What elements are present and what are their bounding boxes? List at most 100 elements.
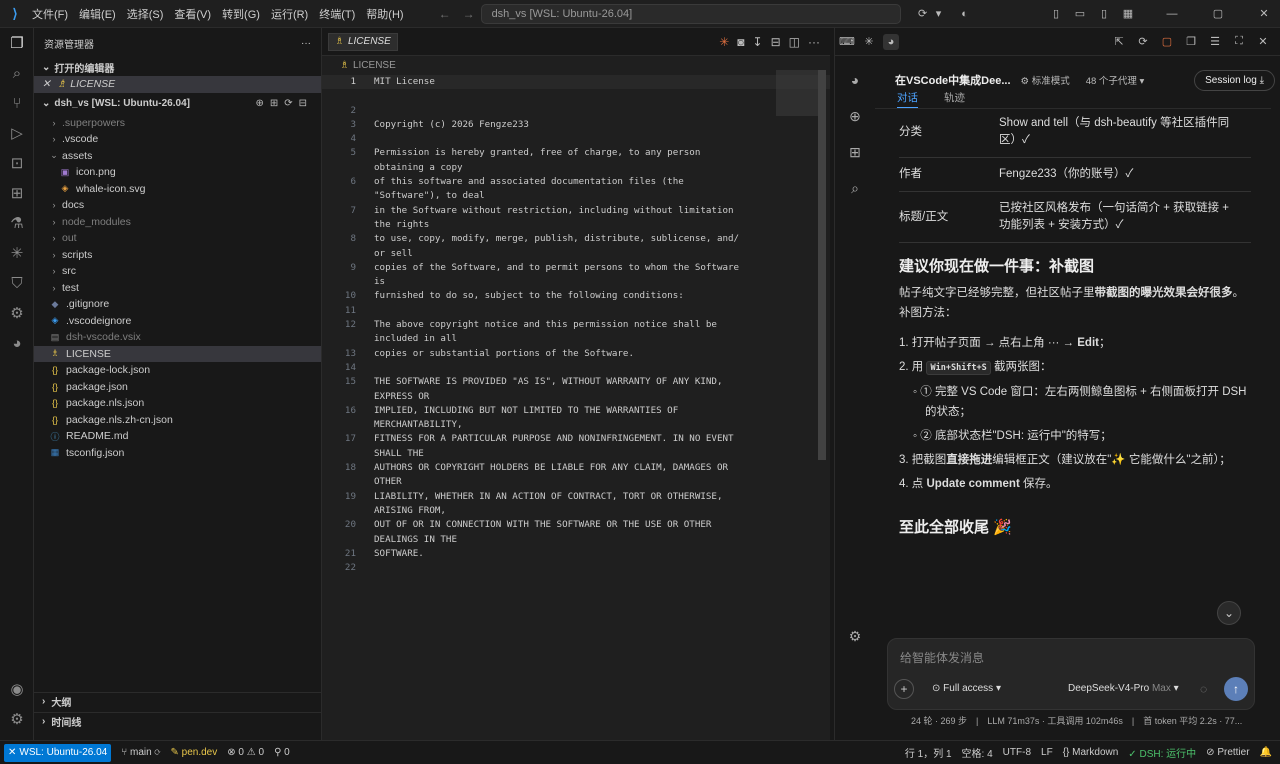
explorer-actions[interactable]: ⊕⊞⟳⊟: [255, 98, 313, 109]
file-tree-item[interactable]: › src: [34, 263, 321, 280]
stop-icon[interactable]: ▢: [1159, 34, 1175, 50]
whale-icon[interactable]: ◕: [0, 328, 34, 358]
prettier-status[interactable]: ⊘ Prettier: [1206, 747, 1249, 758]
code-line[interactable]: obtaining a copy: [322, 161, 830, 175]
code-line[interactable]: "Software"), to deal: [322, 189, 830, 203]
code-line[interactable]: or sell: [322, 247, 830, 261]
code-line[interactable]: ARISING FROM,: [322, 504, 830, 518]
indentation[interactable]: 空格: 4: [962, 745, 993, 760]
menu-item[interactable]: 终端(T): [319, 9, 355, 21]
settings-gear-icon[interactable]: ⚙: [835, 618, 875, 654]
settings-gear-icon[interactable]: ⚙: [0, 704, 34, 734]
open-changes-icon[interactable]: ⊟: [771, 35, 781, 49]
toggle-panel-icon[interactable]: ▭: [1072, 6, 1088, 22]
more-actions-icon[interactable]: ···: [301, 38, 311, 49]
maximize-icon[interactable]: ⛶: [1231, 34, 1247, 50]
open-external-icon[interactable]: ⇱: [1111, 34, 1127, 50]
forward-arrow-icon[interactable]: →: [463, 7, 475, 21]
open-editor-item[interactable]: ✕ ♗ LICENSE: [34, 76, 321, 93]
file-tree-item[interactable]: › node_modules: [34, 214, 321, 231]
claude-icon[interactable]: ✳: [0, 238, 34, 268]
accounts-circle-icon[interactable]: ◐: [957, 6, 973, 22]
code-line[interactable]: EXPRESS OR: [322, 390, 830, 404]
file-tree-item[interactable]: ◈ .vscodeignore: [34, 313, 321, 330]
problems-indicator[interactable]: ⊗ 0 ⚠ 0: [227, 747, 264, 758]
claude-icon[interactable]: ✳: [719, 35, 729, 49]
code-line[interactable]: OTHER: [322, 475, 830, 489]
file-tree-item[interactable]: › scripts: [34, 247, 321, 264]
mode-selector[interactable]: ⚙ 标准模式: [1021, 73, 1070, 87]
file-tree-item[interactable]: › docs: [34, 197, 321, 214]
extensions-icon[interactable]: ⊞: [0, 178, 34, 208]
code-line[interactable]: 4: [322, 132, 830, 146]
tab-track[interactable]: 轨迹: [944, 90, 965, 108]
code-line[interactable]: 13 copies or substantial portions of the …: [322, 347, 830, 361]
code-line[interactable]: DEALINGS IN THE: [322, 533, 830, 547]
code-line[interactable]: 9 copies of the Software, and to permit p…: [322, 261, 830, 275]
file-tree-item[interactable]: {} package-lock.json: [34, 362, 321, 379]
code-line[interactable]: 19 LIABILITY, WHETHER IN AN ACTION OF CON…: [322, 490, 830, 504]
branch-indicator[interactable]: ⑂ main ⟳: [121, 747, 160, 758]
code-line[interactable]: 2: [322, 104, 830, 118]
account-icon[interactable]: ◉: [0, 674, 34, 704]
timeline-header[interactable]: › 时间线: [34, 712, 322, 730]
git-compare-icon[interactable]: ↧: [753, 35, 763, 49]
session-log-button[interactable]: Session log ⤓: [1194, 69, 1275, 91]
shield-icon[interactable]: ⛉: [0, 268, 34, 298]
workspace-header[interactable]: ⌄ dsh_vs [WSL: Ubuntu-26.04] ⊕⊞⟳⊟: [34, 95, 321, 113]
code-line[interactable]: SHALL THE: [322, 447, 830, 461]
send-button[interactable]: ↑: [1224, 677, 1248, 701]
menu-item[interactable]: 文件(F): [32, 9, 68, 21]
code-line[interactable]: 15 THE SOFTWARE IS PROVIDED "AS IS", WITH…: [322, 375, 830, 389]
more-actions-icon[interactable]: ···: [808, 35, 820, 49]
remote-explorer-icon[interactable]: ⊡: [0, 148, 34, 178]
code-line[interactable]: 3 Copyright (c) 2026 Fengze233: [322, 118, 830, 132]
code-line[interactable]: 8 to use, copy, modify, merge, publish, d…: [322, 232, 830, 246]
file-tree-item[interactable]: ♗ LICENSE: [34, 345, 321, 362]
file-tree-item[interactable]: {} package.json: [34, 379, 321, 396]
file-tree-item[interactable]: › .vscode: [34, 131, 321, 148]
file-tree-item[interactable]: ◆ .gitignore: [34, 296, 321, 313]
toggle-secondary-sidebar-icon[interactable]: ▯: [1096, 6, 1112, 22]
copilot-icon[interactable]: ⟳: [915, 6, 931, 22]
model-selector[interactable]: DeepSeek-V4-Pro Max ▾: [1068, 683, 1179, 694]
file-tree-item[interactable]: › .superpowers: [34, 115, 321, 132]
code-line[interactable]: 18 AUTHORS OR COPYRIGHT HOLDERS BE LIABLE…: [322, 461, 830, 475]
code-line[interactable]: 14: [322, 361, 830, 375]
code-line[interactable]: 12 The above copyright notice and this pe…: [322, 318, 830, 332]
chat-title[interactable]: 在VSCode中集成Dee...: [895, 72, 1011, 88]
breadcrumb[interactable]: ♗ LICENSE: [322, 56, 830, 74]
menu-item[interactable]: 编辑(E): [79, 9, 116, 21]
maximize-icon[interactable]: ▢: [1210, 6, 1226, 22]
file-tree-item[interactable]: › out: [34, 230, 321, 247]
explorer-icon[interactable]: ❐: [0, 28, 34, 58]
pen-indicator[interactable]: ✎ pen.dev: [170, 747, 217, 758]
scroll-down-button[interactable]: ⌄: [1217, 601, 1241, 625]
file-tree-item[interactable]: ▣ icon.png: [34, 164, 321, 181]
file-tree-item[interactable]: › test: [34, 280, 321, 297]
add-attachment-button[interactable]: +: [894, 679, 914, 699]
code-line[interactable]: 5 Permission is hereby granted, free of c…: [322, 146, 830, 160]
back-arrow-icon[interactable]: ←: [439, 7, 451, 21]
run-debug-icon[interactable]: ▷: [0, 118, 34, 148]
preview-icon[interactable]: ◙: [737, 35, 744, 49]
code-line[interactable]: 17 FITNESS FOR A PARTICULAR PURPOSE AND N…: [322, 432, 830, 446]
chevron-down-icon[interactable]: ▾: [931, 6, 947, 22]
code-area[interactable]: 1 MIT License 2 3 Copyright (c) 2026 Fengze2…: [322, 74, 830, 575]
search-icon[interactable]: ⌕: [0, 58, 34, 88]
file-tree-item[interactable]: ⓘ README.md: [34, 428, 321, 445]
tab-chat[interactable]: 对话: [897, 90, 918, 108]
file-tree-item[interactable]: {} package.nls.zh-cn.json: [34, 412, 321, 429]
code-line[interactable]: included in all: [322, 332, 830, 346]
add-context-icon[interactable]: ⊞: [835, 134, 875, 170]
whale-icon[interactable]: ◕: [883, 33, 899, 50]
code-line[interactable]: 6 of this software and associated documen…: [322, 175, 830, 189]
code-line[interactable]: 7 in the Software without restriction, in…: [322, 204, 830, 218]
split-editor-icon[interactable]: ◫: [789, 35, 800, 49]
testing-icon[interactable]: ⚗: [0, 208, 34, 238]
menu-item[interactable]: 查看(V): [174, 9, 211, 21]
claude-icon[interactable]: ✳: [861, 34, 877, 50]
source-control-icon[interactable]: ⑂: [0, 88, 34, 118]
customize-layout-icon[interactable]: ▦: [1120, 6, 1136, 22]
eol[interactable]: LF: [1041, 747, 1053, 758]
